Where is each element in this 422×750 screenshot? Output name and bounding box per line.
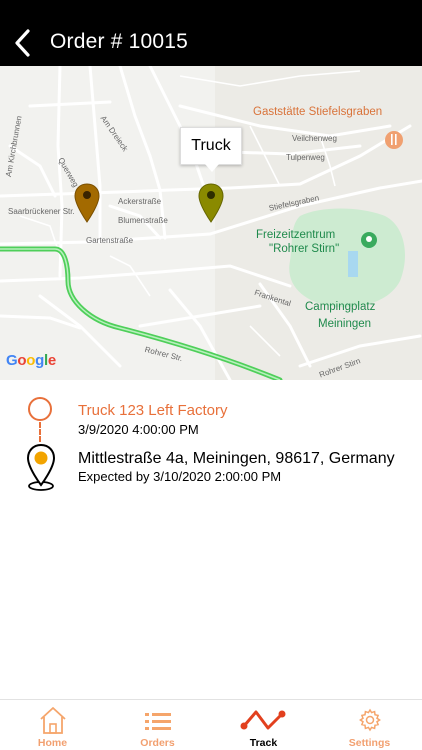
destination-expected-time: Expected by 3/10/2020 2:00:00 PM bbox=[78, 469, 282, 484]
poi-label: Campingplatz bbox=[305, 301, 376, 313]
poi-label: Meiningen bbox=[318, 318, 372, 330]
origin-step-title: Truck 123 Left Factory bbox=[78, 402, 228, 419]
street-label: Ackerstraße bbox=[118, 197, 162, 206]
poi-label: Gaststätte Stiefelsgraben bbox=[253, 106, 383, 118]
truck-callout: Truck bbox=[180, 127, 242, 172]
tab-settings[interactable]: Settings bbox=[317, 700, 422, 750]
destination-address: Mittlestraße 4a, Meiningen, 98617, Germa… bbox=[78, 450, 395, 467]
gear-icon bbox=[358, 708, 381, 732]
tab-orders[interactable]: Orders bbox=[105, 700, 210, 750]
street-label: Veilchenweg bbox=[292, 134, 337, 143]
map-pin-icon bbox=[198, 183, 224, 223]
list-icon bbox=[144, 713, 171, 730]
chevron-left-icon bbox=[15, 29, 30, 57]
header-bar: Order # 10015 bbox=[0, 0, 422, 66]
tracking-map[interactable]: Gaststätte Stiefelsgraben Freizeitzentru… bbox=[0, 66, 422, 380]
google-attribution: Google bbox=[6, 352, 56, 369]
tab-home[interactable]: Home bbox=[0, 700, 105, 750]
tab-track[interactable]: Track bbox=[211, 700, 316, 750]
origin-step-circle-icon bbox=[28, 397, 52, 421]
home-icon bbox=[39, 707, 66, 734]
street-label: Blumenstraße bbox=[118, 216, 168, 225]
street-label: Tulpenweg bbox=[286, 153, 325, 162]
tab-label: Orders bbox=[140, 737, 175, 749]
tab-label: Home bbox=[37, 737, 68, 749]
track-line-icon bbox=[240, 710, 285, 730]
tab-label: Settings bbox=[348, 737, 391, 749]
map-pin-icon bbox=[74, 183, 100, 223]
truck-map-pin[interactable] bbox=[198, 183, 224, 223]
back-button[interactable] bbox=[8, 27, 38, 59]
poi-label: Freizeitzentrum bbox=[256, 229, 336, 241]
origin-step-time: 3/9/2020 4:00:00 PM bbox=[78, 422, 199, 437]
step-connector bbox=[39, 422, 41, 442]
tab-label: Track bbox=[249, 737, 278, 749]
street-label: Saarbrückener Str. bbox=[8, 207, 75, 216]
bottom-tab-bar: Home Orders Track Settings bbox=[0, 699, 422, 750]
poi-label: "Rohrer Stirn" bbox=[269, 243, 340, 255]
page-title: Order # 10015 bbox=[50, 30, 189, 53]
street-label: Gartenstraße bbox=[86, 236, 134, 245]
origin-map-pin[interactable] bbox=[74, 183, 100, 223]
destination-pin-icon bbox=[26, 443, 56, 491]
